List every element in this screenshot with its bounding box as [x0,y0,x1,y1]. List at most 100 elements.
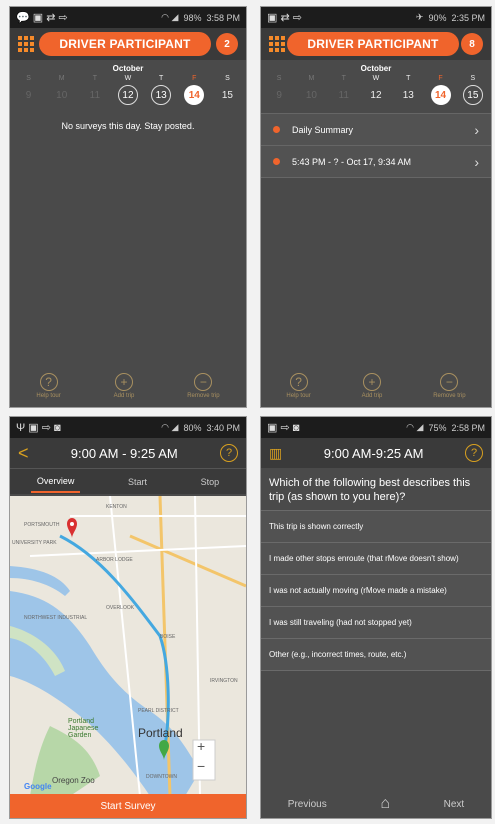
minus-icon: − [440,373,459,391]
help-icon[interactable]: ? [220,444,238,462]
day-name: S [276,75,282,82]
list-item-daily-summary[interactable]: Daily Summary › [261,113,491,145]
day-number: 13 [402,89,414,101]
question-icon: ? [39,373,58,391]
start-survey-button[interactable]: Start Survey [10,794,246,818]
app-header: DRIVER PARTICIPANT 8 [261,28,491,60]
home-icon[interactable]: ⌂ [380,795,390,813]
answer-option[interactable]: This trip is shown correctly [261,510,491,542]
answer-option[interactable]: I was not actually moving (rMove made a … [261,574,491,606]
day-tue[interactable]: T 11 [329,75,359,105]
map-book-icon[interactable]: ▥ [269,445,282,462]
participant-title[interactable]: DRIVER PARTICIPANT [287,32,459,56]
zoom-out-button[interactable]: − [197,758,205,774]
day-thu[interactable]: T 13 [146,75,176,105]
tab-start[interactable]: Start [122,472,153,492]
day-number: 15 [221,89,233,101]
trip-header: ▥ 9:00 AM-9:25 AM ? [261,438,491,468]
day-fri[interactable]: F 14 [179,75,209,105]
map-label: DOWNTOWN [146,774,178,780]
map-label: OVERLOOK [106,605,135,611]
list-item-trip[interactable]: 5:43 PM - ? - Oct 17, 9:34 AM › [261,145,491,177]
status-icons: Ψ ▣ ⇨ ◙ [16,422,61,434]
remove-trip-label: Remove trip [433,393,466,399]
answer-option[interactable]: I was still traveling (had not stopped y… [261,606,491,638]
day-number: 10 [305,89,317,101]
remove-trip-button[interactable]: − Remove trip [187,373,220,399]
map-tabs: Overview Start Stop [10,468,246,494]
day-wed[interactable]: W 12 [113,75,143,105]
day-number: 13 [151,85,172,105]
map-label: KENTON [106,504,127,510]
day-sun[interactable]: S9 [264,75,294,105]
status-bar: ▣ ⇨ ◙ ◠ ◢ 75% 2:58 PM [261,417,491,438]
day-wed[interactable]: W 12 [361,75,391,105]
add-trip-label: Add trip [113,393,135,399]
clock: 2:35 PM [451,12,485,23]
list-item-label: Daily Summary [292,124,354,135]
notification-badge[interactable]: 2 [215,33,238,55]
menu-grid-icon[interactable] [18,36,34,52]
tab-stop[interactable]: Stop [195,472,226,492]
map-label: Portland [138,726,183,740]
day-number: 12 [117,85,138,105]
participant-title[interactable]: DRIVER PARTICIPANT [39,32,211,56]
airplane-icon: ✈ [415,12,424,22]
month-label: October [360,64,392,73]
day-name: S [225,75,230,82]
map-label: ARBOR LODGE [96,557,133,563]
zoom-in-button[interactable]: + [197,738,205,754]
back-arrow-icon[interactable]: < [18,443,29,464]
map-label: PEARL DISTRICT [138,708,179,714]
answer-option[interactable]: Other (e.g., incorrect times, route, etc… [261,638,491,671]
add-trip-button[interactable]: + Add trip [113,373,135,399]
menu-grid-icon[interactable] [269,36,285,52]
day-fri[interactable]: F 14 [426,75,456,105]
day-sun[interactable]: S9 [14,75,44,105]
help-tour-button[interactable]: ? Help tour [286,373,311,399]
day-number-selected: 14 [430,85,451,105]
help-tour-label: Help tour [36,393,61,399]
survey-nav: Previous ⌂ Next [261,790,491,818]
map-label: Portland Japanese Garden [68,718,99,739]
wifi-icon: ◠ ◢ [161,12,179,22]
map-label: NORTHWEST INDUSTRIAL [24,615,88,621]
plus-icon: + [114,373,133,391]
remove-trip-button[interactable]: − Remove trip [433,373,466,399]
day-name: T [341,75,346,82]
add-trip-button[interactable]: + Add trip [362,373,382,399]
day-mon[interactable]: M 10 [47,75,77,105]
day-number: 11 [338,89,349,101]
answer-option[interactable]: I made other stops enroute (that rMove d… [261,542,491,574]
next-button[interactable]: Next [444,799,465,810]
day-sat[interactable]: S 15 [458,75,488,105]
battery-percent: 80% [183,422,202,433]
day-sat[interactable]: S 15 [212,75,242,105]
plus-icon: + [362,373,381,391]
day-number: 12 [370,89,382,101]
list-item-label: 5:43 PM - ? - Oct 17, 9:34 AM [292,156,412,167]
map-label: PORTSMOUTH [24,522,60,528]
wifi-icon: ◠ ◢ [161,422,179,432]
day-tue[interactable]: T 11 [80,75,110,105]
day-name: S [26,75,31,82]
status-bar: Ψ ▣ ⇨ ◙ ◠ ◢ 80% 3:40 PM [10,417,246,438]
survey-question: Which of the following best describes th… [269,477,471,503]
tab-overview[interactable]: Overview [30,471,81,493]
notification-badge[interactable]: 8 [460,33,483,55]
day-thu[interactable]: T 13 [393,75,423,105]
question-icon: ? [289,373,308,391]
previous-button[interactable]: Previous [288,799,327,810]
help-tour-button[interactable]: ? Help tour [36,373,61,399]
day-name: M [58,75,65,82]
help-icon[interactable]: ? [465,444,483,462]
day-number: 9 [276,89,282,101]
map-label: BOISE [160,634,176,640]
day-name: T [92,75,97,82]
help-tour-label: Help tour [286,393,311,399]
answer-options: This trip is shown correctly I made othe… [261,510,491,671]
remove-trip-label: Remove trip [187,393,220,399]
day-mon[interactable]: M 10 [296,75,326,105]
trip-map[interactable]: PORTSMOUTH UNIVERSITY PARK ARBOR LODGE O… [10,496,246,796]
status-bar: ▣ ⇄ ⇨ ✈ 90% 2:35 PM [261,7,491,28]
